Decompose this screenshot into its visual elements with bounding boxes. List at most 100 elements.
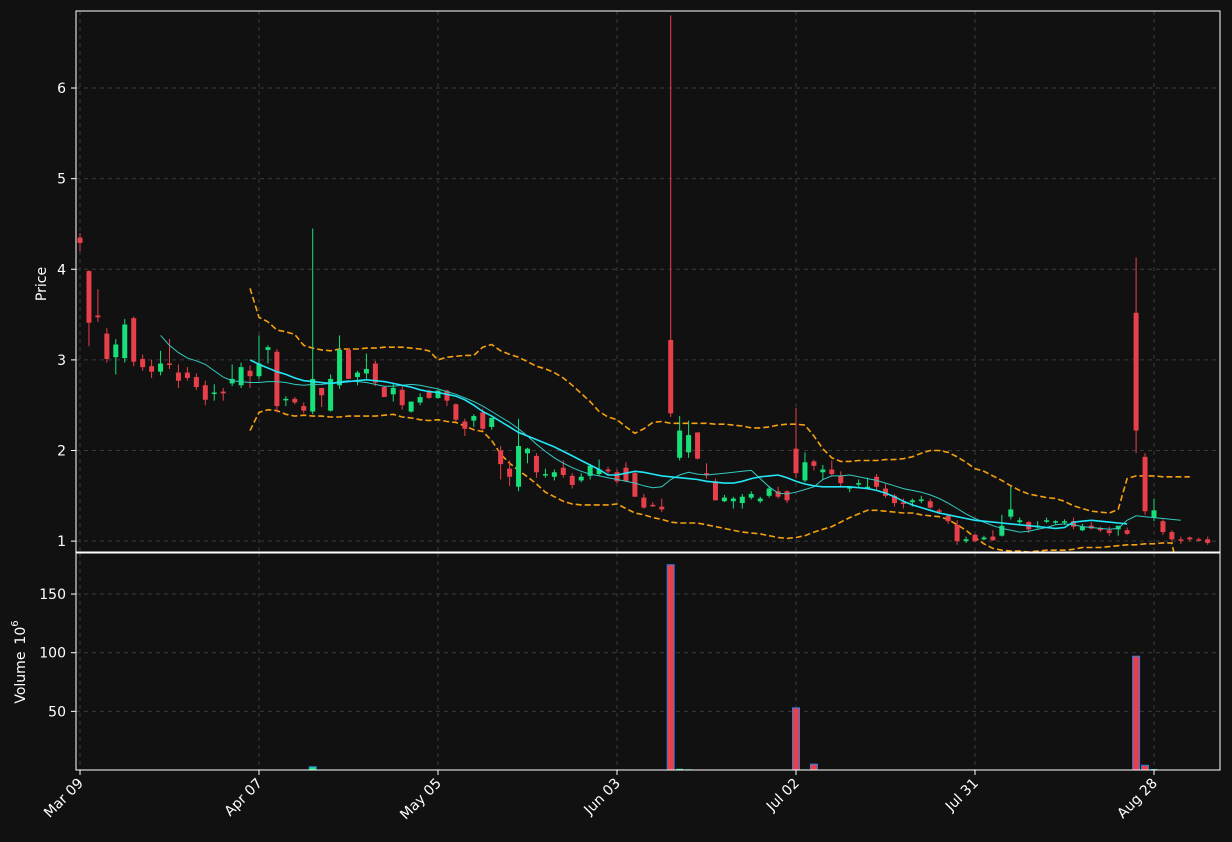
candle-body	[829, 469, 835, 475]
candle-body	[319, 387, 325, 396]
candle-body	[650, 504, 656, 507]
candle-body	[954, 524, 960, 542]
candle-body	[1196, 539, 1202, 541]
candle-body	[811, 461, 817, 466]
price-tick-label: 1	[57, 534, 66, 550]
candle-body	[354, 372, 360, 378]
candle-body	[1187, 537, 1193, 540]
candle-body	[918, 499, 924, 501]
candle-body	[757, 498, 763, 502]
candle-body	[149, 366, 155, 372]
volume-tick-label: 100	[39, 646, 66, 662]
candle-body	[739, 496, 745, 504]
candle-body	[390, 387, 396, 395]
volume-bar	[1132, 655, 1141, 770]
candle-body	[1151, 510, 1157, 518]
candle-body	[802, 462, 808, 481]
candle-body	[542, 474, 548, 476]
candle-body	[417, 397, 423, 403]
candle-body	[292, 398, 298, 403]
candle-body	[1106, 530, 1112, 533]
candle-body	[981, 537, 987, 540]
candle-body	[140, 358, 146, 368]
candle-body	[1169, 532, 1175, 540]
candle-body	[721, 497, 727, 502]
candle-body	[766, 488, 772, 496]
volume-tick-label: 50	[48, 704, 66, 720]
candle-body	[211, 392, 217, 395]
candle-body	[184, 372, 190, 379]
candle-body	[927, 501, 933, 508]
price-tick-label: 3	[57, 353, 66, 369]
candle-body	[695, 432, 701, 459]
candle-body	[936, 510, 942, 512]
price-tick-label: 6	[57, 81, 66, 97]
candle-body	[372, 363, 378, 383]
candle-body	[86, 271, 92, 323]
candle-body	[605, 469, 611, 472]
price-axis-title: Price	[34, 267, 50, 301]
volume-axis-title: Volume 106	[10, 620, 29, 703]
candle-body	[1142, 456, 1148, 512]
candle-body	[1205, 539, 1211, 543]
candle-body	[748, 494, 754, 498]
candle-body	[1133, 312, 1139, 431]
volume-bar	[1141, 764, 1150, 770]
candle-body	[632, 473, 638, 497]
candle-body	[963, 539, 969, 542]
candle-body	[122, 324, 128, 359]
candle-body	[1053, 521, 1059, 523]
candle-body	[274, 351, 280, 407]
volume-axis-label: Volume	[13, 652, 29, 704]
candle-body	[641, 497, 647, 508]
price-tick-label: 4	[57, 262, 66, 278]
candle-body	[346, 349, 351, 379]
candle-body	[489, 417, 495, 427]
candle-body	[247, 370, 253, 377]
candle-body	[471, 416, 477, 421]
candle-body	[77, 237, 83, 243]
candle-body	[569, 475, 575, 485]
price-tick-label: 5	[57, 172, 66, 188]
candle-body	[363, 368, 369, 374]
candle-body	[990, 536, 996, 541]
candle-body	[516, 445, 522, 487]
candle-body	[381, 387, 387, 398]
candle-body	[462, 421, 468, 429]
candle-body	[113, 344, 119, 358]
candle-body	[793, 448, 799, 474]
price-tick-label: 2	[57, 444, 66, 460]
candle-body	[686, 435, 692, 453]
volume-bar	[666, 564, 675, 770]
candle-body	[131, 318, 137, 362]
candle-body	[337, 349, 343, 386]
candle-body	[399, 389, 405, 406]
candle-body	[220, 391, 226, 394]
candle-body	[712, 481, 718, 501]
candle-body	[265, 347, 271, 350]
candle-body	[856, 483, 862, 485]
figure-background	[0, 0, 1232, 842]
candle-body	[551, 472, 557, 477]
candle-body	[193, 377, 199, 388]
candle-body	[1160, 521, 1166, 533]
candle-body	[175, 372, 181, 381]
candle-body	[1178, 539, 1184, 541]
candle-body	[999, 525, 1005, 536]
candle-body	[945, 515, 951, 522]
candle-body	[533, 455, 539, 473]
candle-body	[1124, 530, 1130, 534]
candle-body	[283, 398, 289, 401]
candle-body	[972, 534, 978, 542]
candle-body	[158, 363, 164, 372]
candle-body	[498, 450, 504, 465]
candle-body	[1044, 520, 1050, 522]
candle-body	[167, 363, 172, 366]
candle-body	[560, 467, 566, 475]
candle-body	[408, 401, 414, 412]
candle-body	[1017, 520, 1023, 523]
candle-body	[578, 476, 584, 481]
candle-body	[507, 468, 513, 477]
candlestick-chart: 123456 50100150 Mar 09 Apr 07 May 05 Jun 03…	[0, 0, 1232, 842]
candle-body	[1062, 521, 1067, 523]
